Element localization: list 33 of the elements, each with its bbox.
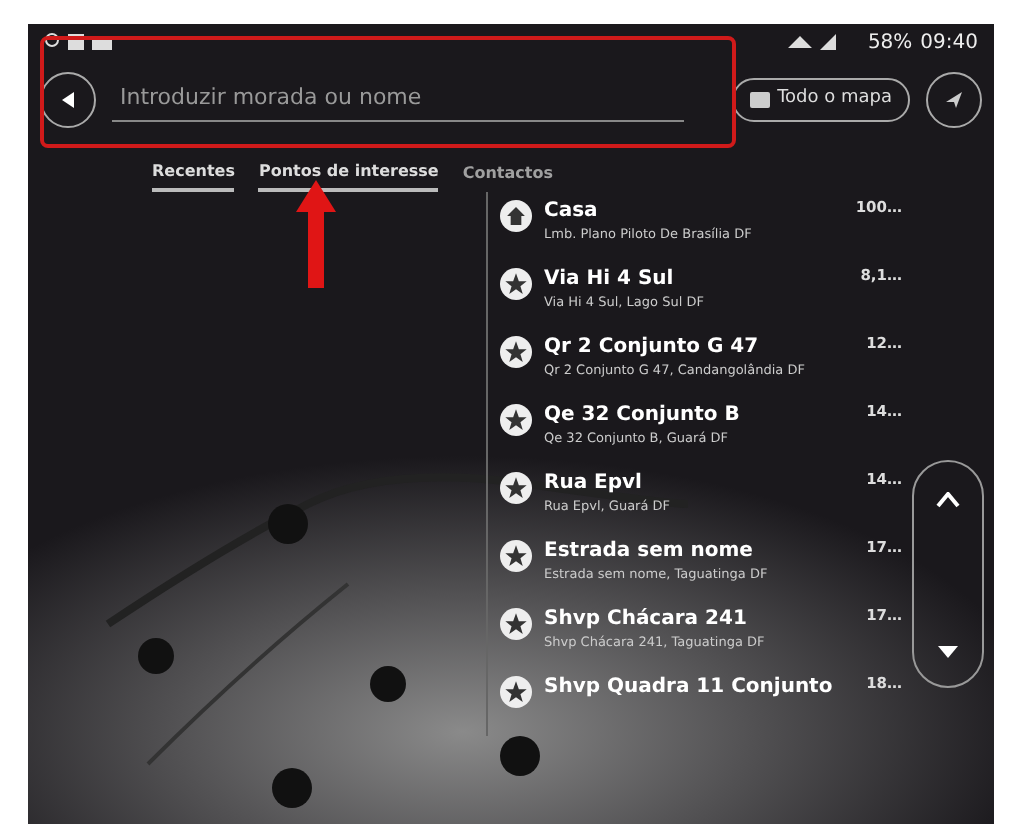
star-icon xyxy=(500,268,532,300)
tab[interactable]: Recentes xyxy=(152,160,235,192)
map-pin-icon[interactable] xyxy=(370,666,406,702)
battery-level: 58% xyxy=(867,29,913,57)
tab[interactable]: Contactos xyxy=(462,160,553,192)
place-name: Estrada sem nome xyxy=(544,538,755,566)
place-name: Rua Epvl xyxy=(544,470,644,498)
place-name: Via Hi 4 Sul xyxy=(544,266,676,294)
star-icon xyxy=(500,336,532,368)
place-name: Qe 32 Conjunto B xyxy=(544,402,740,430)
back-icon xyxy=(58,90,78,110)
chevron-up-icon xyxy=(936,491,960,508)
place-name: Casa xyxy=(544,198,600,226)
search-field[interactable]: Introduzir morada ou nome xyxy=(112,78,684,122)
map-icon xyxy=(749,92,770,108)
navigate-button[interactable] xyxy=(926,72,982,128)
navigation-arrow-icon xyxy=(944,90,964,110)
chevron-down-icon xyxy=(936,643,960,660)
back-button[interactable] xyxy=(40,72,96,128)
annotation-arrow xyxy=(296,180,336,288)
star-icon xyxy=(500,608,532,640)
map-pin-icon[interactable] xyxy=(272,768,312,808)
home-icon xyxy=(500,200,532,232)
star-icon xyxy=(500,472,532,504)
clock-time: 09:40 xyxy=(920,29,978,57)
place-name: Shvp Chácara 241 xyxy=(544,606,749,634)
star-icon xyxy=(500,540,532,572)
star-icon xyxy=(500,676,532,708)
place-name: Shvp Quadra 11 Conjunto xyxy=(544,674,833,702)
star-icon xyxy=(500,404,532,436)
place-name: Qr 2 Conjunto G 47 xyxy=(544,334,761,362)
whole-map-button[interactable]: Todo o mapa xyxy=(731,78,910,122)
map-pin-icon[interactable] xyxy=(500,736,540,776)
